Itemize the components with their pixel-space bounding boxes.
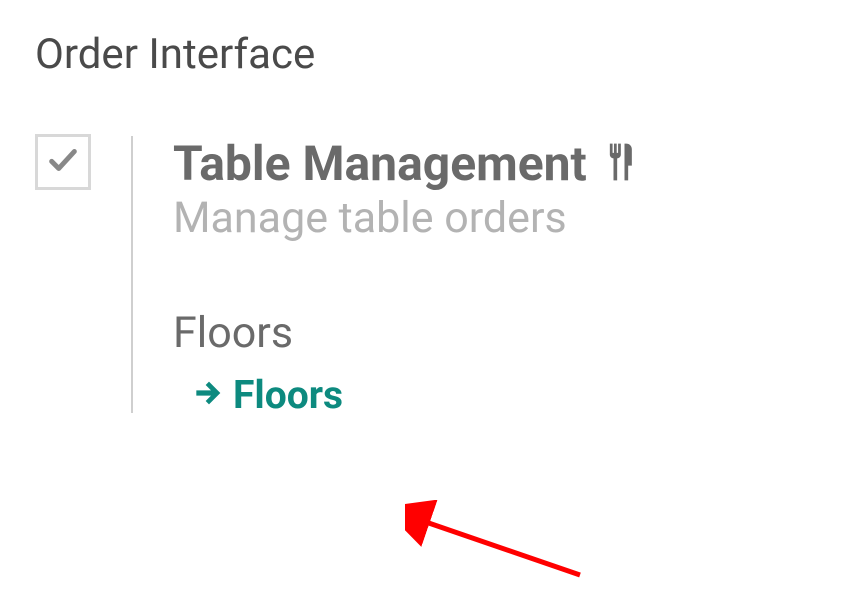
setting-row: Table Management Manage table orders Flo…: [35, 134, 821, 418]
table-management-checkbox[interactable]: [35, 134, 91, 190]
setting-description: Manage table orders: [173, 193, 821, 243]
setting-header: Table Management: [173, 138, 821, 191]
arrow-right-icon: [191, 377, 223, 413]
setting-content: Table Management Manage table orders Flo…: [173, 134, 821, 418]
floors-label: Floors: [173, 308, 821, 358]
floors-link-label: Floors: [233, 372, 343, 418]
cutlery-icon: [597, 140, 641, 188]
setting-title: Table Management: [173, 138, 587, 191]
floors-link[interactable]: Floors: [191, 372, 821, 418]
section-title: Order Interface: [35, 30, 821, 79]
annotation-arrow: [405, 500, 595, 590]
vertical-divider: [131, 136, 133, 413]
checkmark-icon: [46, 143, 80, 181]
checkbox-wrapper: [35, 134, 91, 190]
